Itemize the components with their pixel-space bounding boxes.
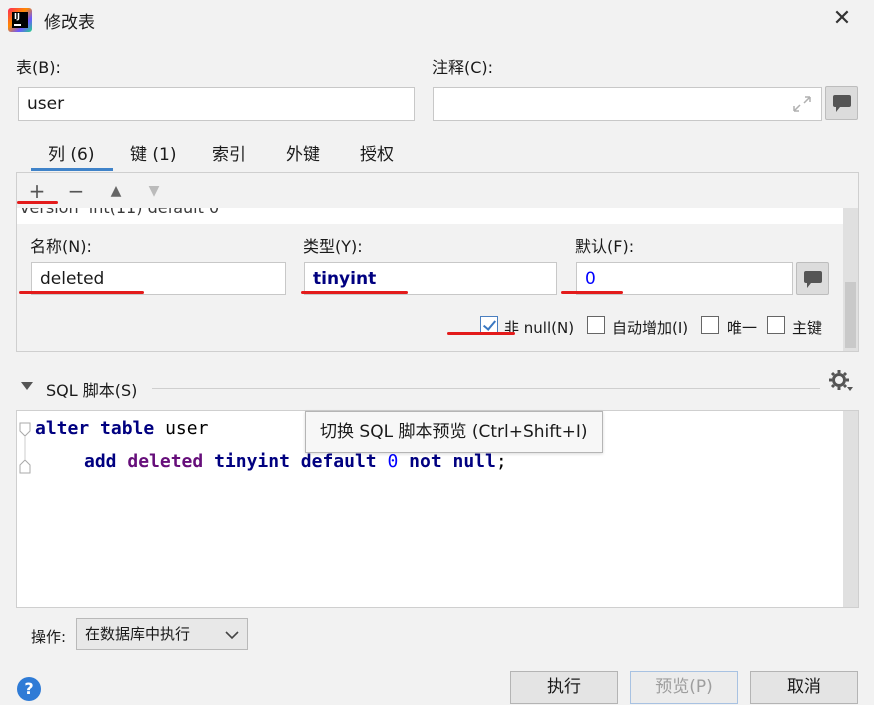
sql-section-label[interactable]: SQL 脚本(S) [46, 377, 137, 401]
sql-column-name: deleted [127, 451, 204, 472]
column-list-row[interactable]: version int(11) default 0 [20, 208, 219, 217]
primary-key-label[interactable]: 主键 [792, 317, 822, 338]
remove-column-icon[interactable]: − [64, 179, 88, 203]
tab-grants[interactable]: 授权 [360, 140, 394, 165]
table-name-input[interactable]: user [18, 87, 415, 121]
add-column-icon[interactable]: + [25, 179, 49, 203]
annotation-underline [19, 291, 144, 294]
tooltip: 切换 SQL 脚本预览 (Ctrl+Shift+I) [305, 411, 603, 453]
sql-line-1: alter table user [35, 418, 208, 439]
comment-editor-button[interactable] [825, 86, 858, 120]
execute-button[interactable]: 执行 [510, 671, 618, 704]
operation-selected: 在数据库中执行 [85, 625, 191, 643]
column-panel-scroll-thumb[interactable] [845, 282, 856, 348]
operation-label: 操作: [31, 628, 67, 646]
sql-terminator: ; [495, 451, 507, 472]
close-icon[interactable]: ✕ [828, 4, 856, 34]
column-panel-scrollbar[interactable] [843, 208, 858, 351]
tab-columns[interactable]: 列 (6) [48, 140, 94, 165]
column-type-label: 类型(Y): [303, 237, 363, 256]
annotation-underline [301, 291, 408, 294]
tab-keys[interactable]: 键 (1) [130, 140, 176, 165]
sql-editor-scrollbar[interactable] [843, 411, 858, 607]
auto-increment-checkbox[interactable] [587, 316, 605, 334]
column-default-label: 默认(F): [575, 237, 635, 256]
tab-indexes[interactable]: 索引 [212, 140, 246, 165]
section-divider [152, 388, 820, 389]
active-tab-indicator [31, 168, 113, 171]
sql-line-2: add deleted tinyint default 0 not null; [84, 451, 507, 472]
move-up-icon[interactable]: ▲ [104, 179, 128, 203]
collapse-triangle-icon[interactable] [20, 381, 34, 391]
column-list[interactable]: version int(11) default 0 [17, 208, 843, 224]
window-title: 修改表 [44, 13, 95, 33]
primary-key-checkbox[interactable] [767, 316, 785, 334]
comment-bubble-icon [833, 95, 851, 112]
sql-keyword: add [84, 451, 117, 472]
sql-keyword: default [300, 451, 377, 472]
table-name-label: 表(B): [16, 58, 61, 77]
unique-checkbox[interactable] [701, 316, 719, 334]
sql-keyword: not null [409, 451, 496, 472]
sql-keyword: alter [35, 418, 90, 439]
annotation-underline [447, 332, 515, 335]
sql-table-name: user [165, 418, 209, 439]
gear-icon[interactable] [828, 368, 854, 392]
operation-select[interactable]: 在数据库中执行 [76, 618, 248, 650]
column-name-label: 名称(N): [30, 237, 92, 256]
comment-bubble-icon [804, 271, 822, 288]
expand-icon[interactable] [792, 95, 812, 113]
unique-label[interactable]: 唯一 [727, 317, 757, 338]
comment-label: 注释(C): [432, 58, 494, 77]
move-down-icon[interactable]: ▼ [142, 179, 166, 203]
help-icon[interactable]: ? [17, 677, 41, 701]
default-editor-button[interactable] [796, 262, 829, 295]
chevron-down-icon [225, 631, 239, 640]
annotation-underline [561, 291, 623, 294]
auto-increment-label[interactable]: 自动增加(I) [612, 317, 688, 338]
app-logo-icon: IJ [8, 8, 32, 32]
comment-input[interactable] [433, 87, 822, 121]
preview-button[interactable]: 预览(P) [630, 671, 738, 704]
sql-number: 0 [387, 451, 399, 472]
fold-marker-icon[interactable] [18, 422, 32, 474]
not-null-label[interactable]: 非 null(N) [504, 317, 574, 338]
cancel-button[interactable]: 取消 [750, 671, 858, 704]
sql-type: tinyint [214, 451, 290, 472]
sql-keyword: table [100, 418, 155, 439]
annotation-underline [17, 201, 58, 204]
tab-foreign-keys[interactable]: 外键 [286, 140, 320, 165]
